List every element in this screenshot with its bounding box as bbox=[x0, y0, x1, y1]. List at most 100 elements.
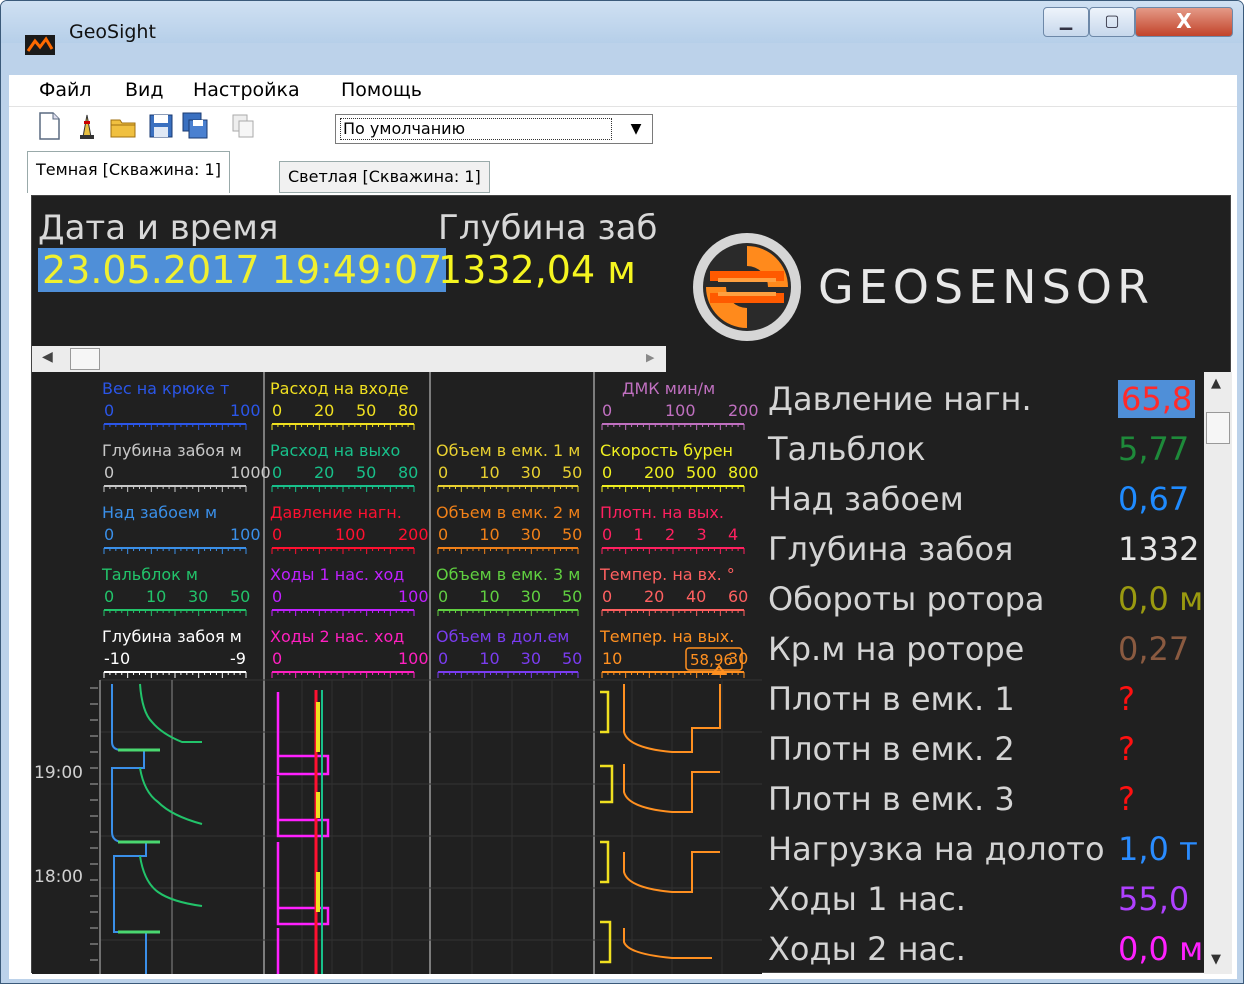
tab-dark[interactable]: Темная [Скважина: 1] bbox=[27, 151, 230, 193]
header-values: Дата и время 23.05.2017 19:49:07 Глубина… bbox=[32, 196, 692, 346]
track-tick-label: 0 bbox=[272, 401, 282, 420]
title-bar[interactable]: GeoSight ▁ ▢ X bbox=[1, 1, 1243, 55]
dark-panel: Дата и время 23.05.2017 19:49:07 Глубина… bbox=[31, 195, 1232, 974]
parameter-value: 0,0 м bbox=[1118, 580, 1204, 618]
track-tick-label: 10 bbox=[479, 587, 499, 606]
time-label: 19:00 bbox=[34, 763, 83, 783]
track-tick-label: 100 bbox=[665, 401, 696, 420]
logo-text: GEOSENSOR bbox=[818, 260, 1154, 314]
track-tick-label: 0 bbox=[438, 587, 448, 606]
parameter-value: 0,0 м bbox=[1118, 930, 1204, 968]
close-button[interactable]: X bbox=[1135, 7, 1233, 37]
track-tick-label: 10 bbox=[479, 525, 499, 544]
menu-settings[interactable]: Настройка bbox=[193, 79, 300, 101]
track-tick-label: 1 bbox=[634, 525, 644, 544]
scroll-right-icon[interactable]: ▶ bbox=[646, 351, 654, 364]
scroll-up-icon[interactable]: ▲ bbox=[1211, 376, 1221, 391]
toolbar: По умолчанию ▼ bbox=[9, 107, 1237, 147]
scroll-left-icon[interactable]: ◀ bbox=[42, 349, 53, 365]
parameter-value: 0,67 bbox=[1118, 480, 1190, 518]
track-label: Ходы 2 нас. ход bbox=[270, 627, 404, 646]
track-tick-label: 800 bbox=[728, 463, 759, 482]
track-label: Ходы 1 нас. ход bbox=[270, 565, 404, 584]
track-tick-label: 200 bbox=[644, 463, 675, 482]
preset-select[interactable]: По умолчанию ▼ bbox=[335, 114, 653, 144]
track-tick-label: 80 bbox=[398, 401, 418, 420]
track-tick-label: 10 bbox=[602, 649, 622, 668]
track-tick-label: -10 bbox=[104, 649, 130, 668]
track-label: Расход на входе bbox=[270, 379, 409, 398]
track-tick-label: 0 bbox=[104, 525, 114, 544]
parameter-value: 55,0 bbox=[1118, 880, 1190, 918]
geosensor-logo-icon bbox=[693, 233, 801, 341]
parameter-label: Плотн в емк. 1 bbox=[768, 680, 1015, 718]
track-tick-label: 30 bbox=[521, 463, 541, 482]
track-tick-label: 0 bbox=[438, 463, 448, 482]
app-window: GeoSight ▁ ▢ X Файл Вид Настройка Помощь… bbox=[0, 0, 1244, 984]
menu-file[interactable]: Файл bbox=[39, 79, 92, 101]
parameter-value: 1332 bbox=[1118, 530, 1200, 568]
track-label: ДМК мин/м bbox=[622, 379, 715, 398]
well-tower-icon[interactable] bbox=[73, 111, 101, 141]
track-tick-label: 20 bbox=[314, 463, 334, 482]
track-tick-label: -9 bbox=[230, 649, 246, 668]
track-label: Над забоем м bbox=[102, 503, 217, 522]
save-all-icon[interactable] bbox=[181, 111, 209, 141]
parameter-value: 0,27 bbox=[1118, 630, 1190, 668]
track-tick-label: 0 bbox=[438, 525, 448, 544]
menu-bar: Файл Вид Настройка Помощь bbox=[9, 75, 1237, 107]
track-tick-label: 20 bbox=[644, 587, 664, 606]
track-tick-label: 20 bbox=[314, 401, 334, 420]
track-label: Объем в емк. 3 м bbox=[436, 565, 580, 584]
track-tick-label: 50 bbox=[356, 463, 376, 482]
scroll-thumb[interactable] bbox=[70, 348, 100, 370]
parameter-label: Глубина забоя bbox=[768, 530, 1014, 568]
parameter-label: Кр.м на роторе bbox=[768, 630, 1025, 668]
track-tick-label: 100 bbox=[230, 525, 261, 544]
parameter-label: Плотн в емк. 2 bbox=[768, 730, 1015, 768]
track-tick-label: 0 bbox=[602, 587, 612, 606]
copy-icon[interactable] bbox=[229, 111, 257, 141]
parameter-label: Над забоем bbox=[768, 480, 964, 518]
track-tick-label: 100 bbox=[398, 587, 429, 606]
depth-label: Глубина заб bbox=[438, 208, 658, 248]
track-tick-label: 50 bbox=[562, 463, 582, 482]
datetime-value: 23.05.2017 19:49:07 bbox=[38, 248, 447, 292]
track-label: Плотн. на вых. bbox=[600, 503, 724, 522]
track-tick-label: 30 bbox=[521, 649, 541, 668]
track-tick-label: 0 bbox=[104, 463, 114, 482]
track-tick-label: 0 bbox=[272, 649, 282, 668]
vertical-scrollbar[interactable]: ▲ ▼ bbox=[1204, 372, 1232, 974]
track-tick-label: 50 bbox=[562, 587, 582, 606]
track-tick-label: 10 bbox=[146, 587, 166, 606]
minimize-button[interactable]: ▁ bbox=[1043, 7, 1089, 37]
track-tick-label: 10 bbox=[479, 463, 499, 482]
track-tick-label: 50 bbox=[356, 401, 376, 420]
track-tick-label: 0 bbox=[272, 525, 282, 544]
menu-view[interactable]: Вид bbox=[125, 79, 164, 101]
time-label: 18:00 bbox=[34, 867, 83, 887]
save-icon[interactable] bbox=[147, 111, 175, 141]
track-tick-label: 30 bbox=[521, 525, 541, 544]
track-tick-label: 80 bbox=[398, 463, 418, 482]
scroll-down-icon[interactable]: ▼ bbox=[1211, 952, 1221, 967]
open-folder-icon[interactable] bbox=[109, 111, 137, 141]
track-tick-label: 500 bbox=[686, 463, 717, 482]
track-tick-label: 10 bbox=[479, 649, 499, 668]
maximize-button[interactable]: ▢ bbox=[1089, 7, 1135, 37]
new-document-icon[interactable] bbox=[35, 111, 63, 141]
track-tick-label: 50 bbox=[230, 587, 250, 606]
track-tick-label: 0 bbox=[602, 401, 612, 420]
parameter-value: 65,8 bbox=[1118, 380, 1196, 418]
menu-help[interactable]: Помощь bbox=[341, 79, 422, 101]
preset-select-value: По умолчанию bbox=[340, 118, 612, 140]
track-tick-label: 0 bbox=[272, 587, 282, 606]
tab-light[interactable]: Светлая [Скважина: 1] bbox=[279, 161, 490, 193]
parameter-label: Давление нагн. bbox=[768, 380, 1032, 418]
chevron-down-icon[interactable]: ▼ bbox=[620, 115, 652, 143]
horizontal-scrollbar[interactable]: ◀ ▶ bbox=[32, 346, 666, 372]
scroll-thumb[interactable] bbox=[1206, 412, 1230, 444]
parameter-label: Ходы 1 нас. bbox=[768, 880, 966, 918]
track-tick-label: 100 bbox=[398, 649, 429, 668]
current-value: 58,96 bbox=[690, 651, 733, 669]
